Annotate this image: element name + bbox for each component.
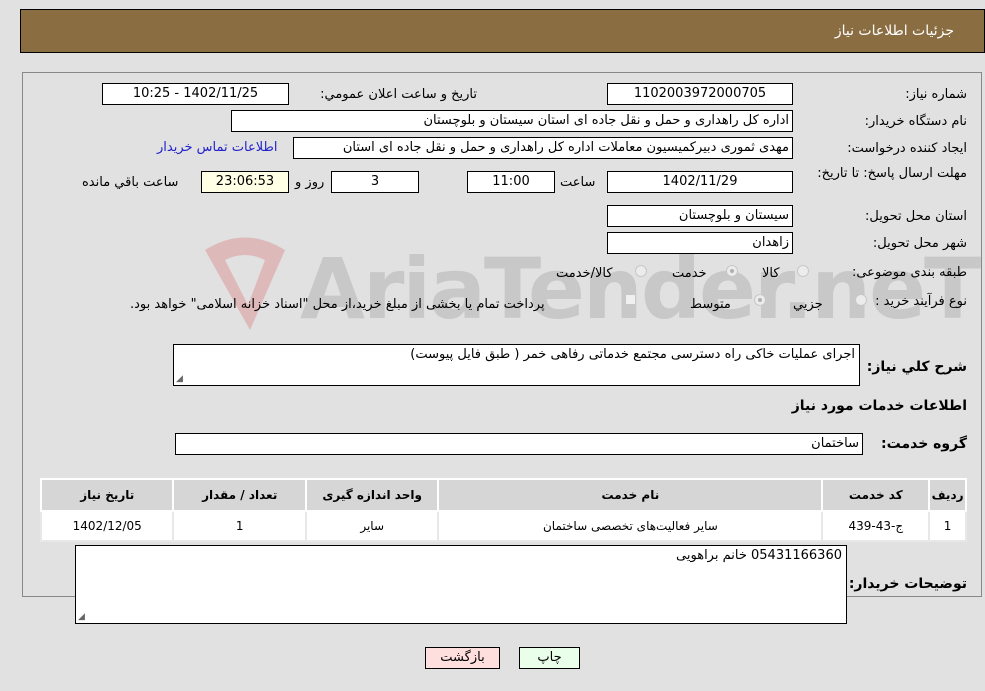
announce-datetime-field: 1402/11/25 - 10:25 (102, 83, 289, 105)
purchase-medium-radio[interactable] (754, 294, 766, 306)
service-group-field: ساختمان (175, 433, 863, 455)
purchase-minor-label: جزيي (793, 297, 823, 312)
col-unit: واحد اندازه گيری (304, 478, 440, 512)
page-header: جزئیات اطلاعات نیاز (20, 9, 985, 53)
cell-service-name: سایر فعالیت‌های تخصصی ساختمان (437, 510, 824, 542)
need-number-label: شماره نیاز: (905, 87, 967, 102)
city-label: شهر محل تحويل: (872, 236, 967, 251)
print-button[interactable]: چاپ (519, 647, 580, 669)
city-field: زاهدان (607, 232, 793, 254)
buyer-org-label: نام دستگاه خريدار: (864, 114, 967, 129)
col-need-date: تاريخ نياز (39, 478, 175, 512)
deadline-label: مهلت ارسال پاسخ: تا تاریخ: (817, 166, 967, 181)
col-row-number: رديف (928, 478, 967, 512)
cell-unit: سایر (304, 510, 440, 542)
col-quantity: تعداد / مقدار (172, 478, 307, 512)
description-textarea[interactable]: اجرای عملیات خاکی راه دسترسی مجتمع خدمات… (173, 344, 860, 386)
purchase-medium-label: متوسط (690, 297, 731, 312)
days-label: روز و (295, 175, 325, 190)
cell-quantity: 1 (172, 510, 307, 542)
cell-row-number: 1 (928, 510, 967, 542)
buyer-contact-link[interactable]: اطلاعات تماس خريدار (157, 140, 277, 155)
purchase-type-label: نوع فرآيند خريد : (875, 294, 967, 309)
description-text: اجرای عملیات خاکی راه دسترسی مجتمع خدمات… (410, 347, 855, 362)
services-heading: اطلاعات خدمات مورد نياز (791, 398, 967, 414)
deadline-time-field: 11:00 (467, 171, 555, 193)
back-button[interactable]: بازگشت (425, 647, 500, 669)
category-service-radio[interactable] (726, 265, 738, 277)
services-table: رديف کد خدمت نام خدمت واحد اندازه گيری ت… (39, 478, 967, 542)
cell-service-code: ج-43-439 (821, 510, 931, 542)
purchase-minor-radio[interactable] (855, 294, 867, 306)
need-number-field: 1102003972000705 (607, 83, 793, 105)
col-service-name: نام خدمت (437, 478, 824, 512)
requester-label: ايجاد کننده درخواست: (847, 141, 967, 156)
resize-grip-icon[interactable]: ◢ (176, 374, 183, 384)
time-remaining-field: 23:06:53 (201, 171, 289, 193)
cell-need-date: 1402/12/05 (39, 510, 175, 542)
category-goods-radio[interactable] (797, 265, 809, 277)
description-label: شرح کلي نياز: (866, 359, 967, 375)
deadline-date-field: 1402/11/29 (607, 171, 793, 193)
col-service-code: کد خدمت (821, 478, 931, 512)
buyer-org-field: اداره کل راهداری و حمل و نقل جاده ای است… (231, 110, 793, 132)
time-remaining-label: ساعت باقي مانده (82, 175, 179, 190)
service-group-label: گروه خدمت: (881, 436, 967, 452)
table-header-row: رديف کد خدمت نام خدمت واحد اندازه گيری ت… (39, 478, 967, 512)
deadline-time-label: ساعت (560, 175, 596, 190)
category-goods-label: کالا (762, 266, 780, 281)
treasury-checkbox[interactable] (625, 294, 636, 305)
page-title: جزئیات اطلاعات نیاز (834, 23, 954, 39)
days-remaining-field: 3 (331, 171, 419, 193)
buyer-notes-label: توضيحات خريدار: (848, 576, 967, 592)
treasury-note: پرداخت تمام يا بخشی از مبلغ خريد،از محل … (130, 297, 545, 312)
category-goods-service-label: کالا/خدمت (556, 266, 613, 281)
category-service-label: خدمت (672, 266, 707, 281)
province-label: استان محل تحويل: (865, 209, 967, 224)
buyer-notes-textarea[interactable]: 05431166360 خانم براهویی ◢ (75, 545, 847, 624)
province-field: سیستان و بلوچستان (607, 205, 793, 227)
table-row: 1 ج-43-439 سایر فعالیت‌های تخصصی ساختمان… (39, 510, 967, 542)
resize-grip-icon[interactable]: ◢ (78, 612, 85, 622)
buyer-notes-text: 05431166360 خانم براهویی (676, 548, 842, 563)
category-goods-service-radio[interactable] (635, 265, 647, 277)
announce-datetime-label: تاریخ و ساعت اعلان عمومي: (320, 87, 477, 102)
requester-field: مهدی ثموری دبیرکمیسیون معاملات اداره کل … (293, 137, 793, 159)
category-label: طبقه بندی موضوعی: (851, 265, 967, 280)
